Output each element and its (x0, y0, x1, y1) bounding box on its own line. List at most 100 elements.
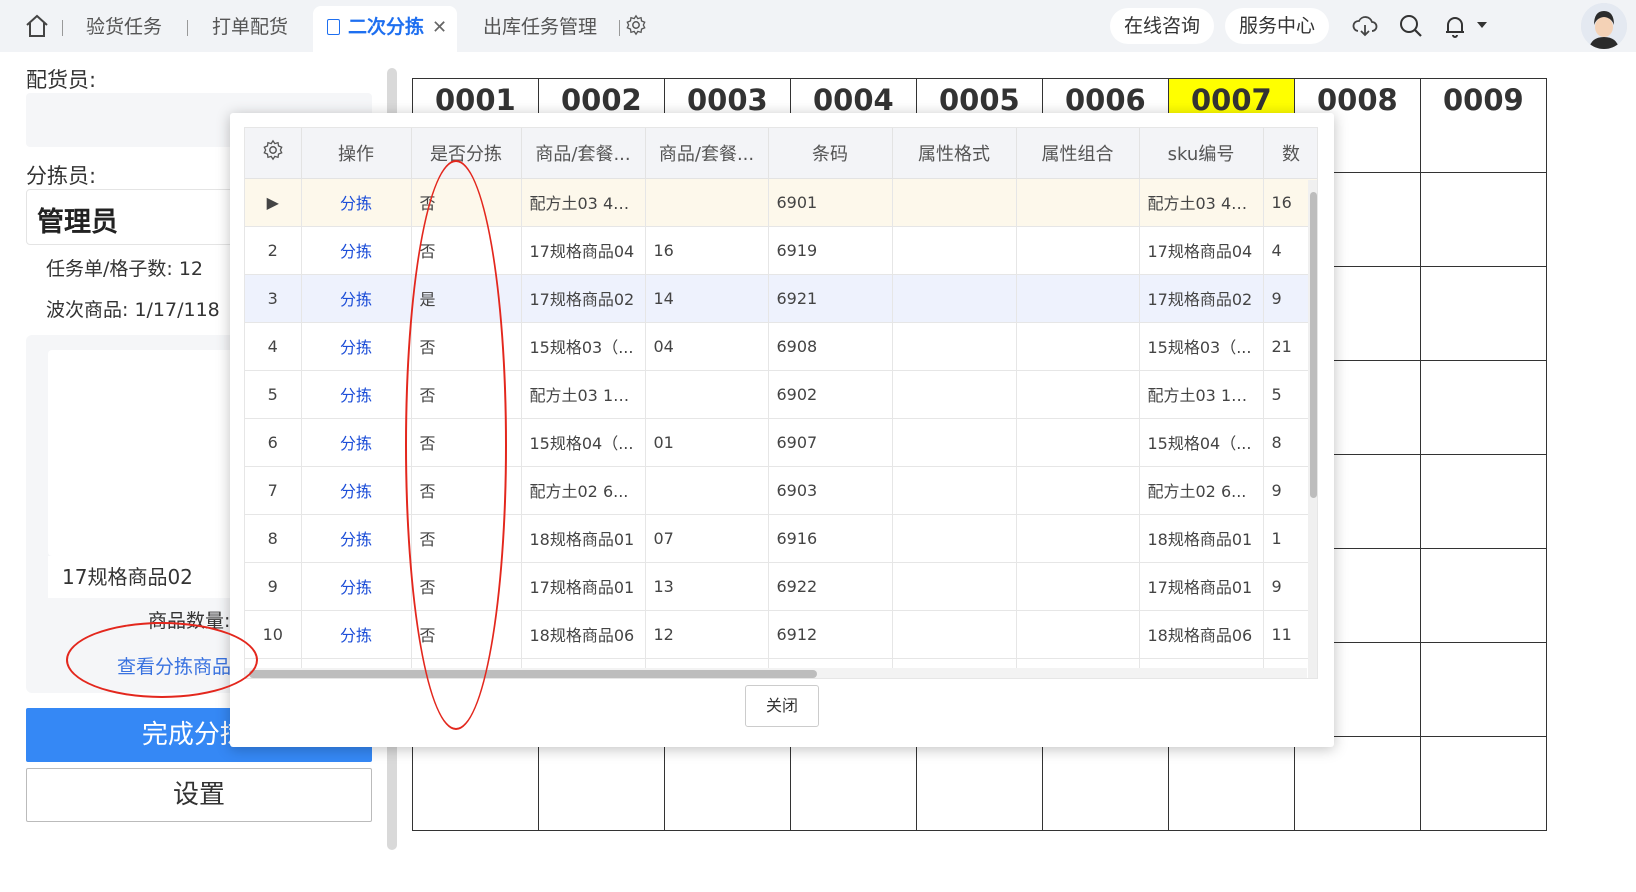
tab-print-pick[interactable]: 打单配货 (212, 0, 288, 52)
cell-name: 18规格商品01 (521, 514, 646, 563)
sort-action-link[interactable]: 分拣 (301, 418, 412, 467)
online-consult-button[interactable]: 在线咨询 (1110, 8, 1215, 44)
cell-spec: 07 (645, 514, 769, 563)
table-horizontal-scroll-thumb[interactable] (249, 670, 817, 678)
cell-name: 17规格商品04 (521, 226, 646, 275)
cell-barcode: 6919 (768, 226, 893, 275)
home-icon[interactable] (24, 13, 50, 39)
tab-secondary-sort[interactable]: 二次分拣 ✕ (313, 6, 457, 52)
distributor-label: 配货员: (26, 68, 97, 92)
settings-button[interactable]: 设置 (26, 768, 372, 822)
cell-name: 17规格商品01 (521, 562, 646, 611)
avatar[interactable] (1581, 3, 1627, 49)
cell-spec: 13 (645, 562, 769, 611)
grid-slot[interactable] (1420, 454, 1547, 549)
table-row[interactable]: 3 分拣是 17规格商品02 14 6921 17规格商品02 9 (245, 274, 1317, 323)
cell-spec (645, 370, 769, 419)
cell-fmt (892, 466, 1017, 515)
column-header-attr-format[interactable]: 属性格式 (892, 128, 1017, 179)
cloud-download-icon[interactable] (1351, 12, 1379, 40)
annotation-ellipse-view-link (66, 622, 258, 698)
row-index: 8 (245, 514, 302, 563)
cell-spec: 16 (645, 226, 769, 275)
sort-action-link[interactable]: 分拣 (301, 274, 412, 323)
search-icon[interactable] (1397, 12, 1425, 40)
sort-action-link[interactable]: 分拣 (301, 322, 412, 371)
table-row[interactable]: 10 分拣否 18规格商品06 12 6912 18规格商品06 11 (245, 610, 1317, 659)
grid-slot[interactable] (1420, 266, 1547, 361)
column-header-barcode[interactable]: 条码 (768, 128, 893, 179)
tab-inspection[interactable]: 验货任务 (86, 0, 162, 52)
column-header-op[interactable]: 操作 (301, 128, 412, 179)
cell-barcode: 6908 (768, 322, 893, 371)
row-index: 5 (245, 370, 302, 419)
annotation-ellipse-sorted-column (405, 160, 507, 730)
tab-divider (619, 20, 620, 36)
sort-action-link[interactable]: 分拣 (301, 466, 412, 515)
cell-name: 配方土02 6... (521, 466, 646, 515)
settings-icon[interactable] (625, 14, 647, 36)
cell-combo (1016, 322, 1140, 371)
cell-combo (1016, 226, 1140, 275)
grid-slot[interactable] (1420, 736, 1547, 831)
sort-action-link[interactable]: 分拣 (301, 562, 412, 611)
cell-fmt (892, 610, 1017, 659)
bell-icon[interactable] (1441, 12, 1469, 40)
cell-name: 15规格04（... (521, 418, 646, 467)
wave-goods-text: 波次商品: 1/17/118 (46, 299, 220, 321)
cell-spec: 04 (645, 322, 769, 371)
sort-action-link[interactable]: 分拣 (301, 514, 412, 563)
row-index: 2 (245, 226, 302, 275)
close-icon[interactable]: ✕ (432, 17, 447, 38)
cell-fmt (892, 322, 1017, 371)
table-header: 操作 是否分拣 商品/套餐... 商品/套餐... 条码 属性格式 属性组合 s… (245, 128, 1317, 179)
cell-combo (1016, 178, 1140, 227)
table-row[interactable]: ▶ 分拣否配方土03 40... 6901 配方土03 40... 16 (245, 178, 1317, 227)
cell-fmt (892, 226, 1017, 275)
sorter-value: 管理员 (37, 207, 118, 238)
grid-slot[interactable]: 0009 (1420, 78, 1547, 173)
table-row[interactable]: 4 分拣否 15规格03（... 04 6908 15规格03（... 21 (245, 322, 1317, 371)
service-center-button[interactable]: 服务中心 (1225, 8, 1330, 44)
cell-fmt (892, 418, 1017, 467)
grid-slot[interactable] (1420, 172, 1547, 267)
grid-slot[interactable] (1168, 736, 1295, 831)
grid-slot[interactable] (538, 736, 665, 831)
sort-action-link[interactable]: 分拣 (301, 226, 412, 275)
grid-slot[interactable] (664, 736, 791, 831)
row-index: 6 (245, 418, 302, 467)
sort-action-link[interactable]: 分拣 (301, 370, 412, 419)
grid-slot[interactable] (1294, 736, 1421, 831)
grid-slot[interactable] (790, 736, 917, 831)
grid-slot[interactable] (1420, 360, 1547, 455)
sort-action-link[interactable]: 分拣 (301, 610, 412, 659)
cell-combo (1016, 514, 1140, 563)
grid-slot[interactable] (1042, 736, 1169, 831)
column-header-attr-combo[interactable]: 属性组合 (1016, 128, 1140, 179)
gear-icon[interactable] (262, 139, 284, 161)
table-row[interactable]: 9 分拣否 17规格商品01 13 6922 17规格商品01 9 (245, 562, 1317, 611)
column-header-sku[interactable]: sku编号 (1139, 128, 1264, 179)
cell-fmt (892, 514, 1017, 563)
caret-down-icon[interactable] (1476, 20, 1488, 30)
grid-slot[interactable] (916, 736, 1043, 831)
column-header-product-name[interactable]: 商品/套餐... (521, 128, 646, 179)
grid-slot[interactable] (1420, 548, 1547, 643)
column-header-qty[interactable]: 数 (1263, 128, 1317, 179)
column-header-product-spec[interactable]: 商品/套餐... (645, 128, 769, 179)
grid-slot[interactable] (1420, 642, 1547, 737)
table-row[interactable]: 2 分拣否 17规格商品04 16 6919 17规格商品04 4 (245, 226, 1317, 275)
tab-outbound-tasks[interactable]: 出库任务管理 (483, 0, 597, 52)
row-index: 3 (245, 274, 302, 323)
table-vertical-scroll-thumb[interactable] (1310, 192, 1317, 498)
sort-action-link[interactable]: 分拣 (301, 178, 412, 227)
cell-barcode: 6902 (768, 370, 893, 419)
cell-sku: 15规格04（... (1139, 418, 1264, 467)
cell-fmt (892, 562, 1017, 611)
close-button[interactable]: 关闭 (745, 685, 819, 727)
top-bar: 验货任务 打单配货 二次分拣 ✕ 出库任务管理 在线咨询 服务中心 (0, 0, 1636, 52)
column-settings[interactable] (245, 128, 302, 179)
grid-slot[interactable] (412, 736, 539, 831)
cell-combo (1016, 370, 1140, 419)
cell-barcode: 6907 (768, 418, 893, 467)
